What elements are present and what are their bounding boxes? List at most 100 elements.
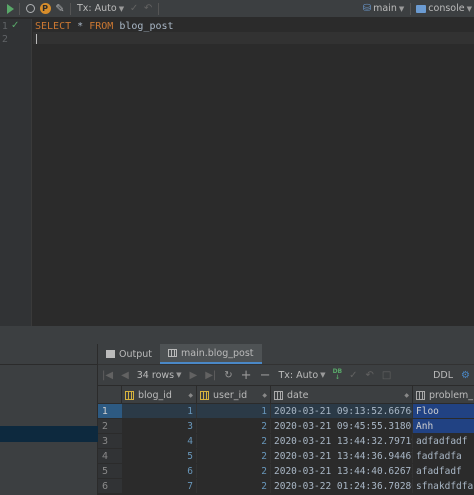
commit-icon[interactable]: ✓ — [345, 370, 361, 381]
table-cell-blog-id[interactable]: 1 — [122, 404, 197, 418]
session-dropdown[interactable]: console ▼ — [414, 0, 474, 18]
sql-editor[interactable]: 1 ✓ 2 SELECT * FROM blog_post — [0, 19, 474, 326]
services-tree — [0, 344, 98, 495]
last-page-icon[interactable]: ▶| — [201, 370, 220, 381]
text-caret — [36, 34, 37, 44]
table-row[interactable]: 6 7 2 2020-03-22 01:24:36.702803 sfnakdfdfa — [98, 479, 474, 493]
refresh-icon[interactable]: ↻ — [220, 370, 236, 381]
rollback-icon[interactable]: ↶ — [362, 370, 378, 381]
column-header-user-id[interactable]: user_id ◆ — [197, 386, 271, 404]
table-cell-blog-id[interactable]: 7 — [122, 479, 197, 493]
tab-label: Output — [119, 348, 152, 360]
row-number[interactable]: 2 — [98, 419, 122, 433]
previous-page-icon[interactable]: ◀ — [117, 370, 133, 381]
column-icon — [416, 390, 425, 400]
chevron-down-icon: ▼ — [398, 4, 405, 13]
rows-count-dropdown[interactable]: 34 rows ▼ — [133, 370, 186, 381]
result-grid[interactable]: blog_id ◆ user_id ◆ date ◆ problem_ 1112… — [98, 386, 474, 495]
column-name: problem_ — [429, 389, 474, 401]
output-icon — [106, 350, 115, 358]
table-cell-problem[interactable]: afadfadf — [413, 464, 474, 478]
row-number[interactable]: 5 — [98, 464, 122, 478]
table-cell-problem[interactable]: sfnakdfdfa — [413, 479, 474, 493]
row-number[interactable]: 1 — [98, 404, 122, 418]
history-button[interactable] — [23, 0, 37, 18]
divider — [158, 2, 160, 15]
result-toolbar: |◀ ◀ 34 rows ▼ ▶ ▶| ↻ + − Tx: Auto ▼ DB … — [98, 364, 474, 386]
clock-icon — [25, 4, 35, 13]
column-name: blog_id — [138, 389, 172, 401]
table-cell-date[interactable]: 2020-03-21 09:45:55.318010 — [271, 419, 413, 433]
table-row[interactable]: 4 5 2 2020-03-21 13:44:36.944675 fadfadfa — [98, 449, 474, 463]
chevron-down-icon: ▼ — [320, 371, 326, 379]
ddl-button[interactable]: DDL — [429, 370, 457, 381]
add-row-icon[interactable]: + — [237, 368, 256, 383]
tab-label: main.blog_post — [181, 347, 254, 359]
table-cell-problem[interactable]: adfadfadf — [413, 434, 474, 448]
undo-icon: ↶ — [143, 3, 153, 14]
tab-blog-post[interactable]: main.blog_post — [160, 344, 262, 364]
tab-output[interactable]: Output — [98, 344, 160, 364]
table-cell-user-id[interactable]: 2 — [197, 464, 271, 478]
delete-row-icon[interactable]: − — [256, 368, 275, 383]
table-cell-date[interactable]: 2020-03-22 01:24:36.702803 — [271, 479, 413, 493]
plugin-button[interactable]: P — [37, 0, 53, 18]
tx-mode-dropdown[interactable]: Tx: Auto ▼ — [274, 370, 329, 381]
key-column-icon — [125, 390, 134, 400]
stop-icon[interactable]: □ — [378, 370, 395, 381]
table-cell-user-id[interactable]: 2 — [197, 449, 271, 463]
tx-mode-label: Tx: Auto — [77, 3, 117, 14]
table-cell-user-id[interactable]: 1 — [197, 404, 271, 418]
table-row[interactable]: 2 3 2 2020-03-21 09:45:55.318010 Anh — [98, 419, 474, 433]
sql-star: * — [77, 21, 84, 32]
table-row[interactable]: 3 4 2 2020-03-21 13:44:32.797195 adfadfadf — [98, 434, 474, 448]
table-cell-date[interactable]: 2020-03-21 09:13:52.667643 — [271, 404, 413, 418]
table-cell-problem[interactable]: Floo — [413, 404, 474, 418]
sql-keyword: FROM — [89, 21, 114, 32]
column-icon — [274, 390, 283, 400]
chevron-down-icon: ▼ — [466, 4, 472, 13]
db-submit-button[interactable]: DB ↓ — [330, 369, 346, 381]
row-number[interactable]: 3 — [98, 434, 122, 448]
first-page-icon[interactable]: |◀ — [98, 370, 117, 381]
rollback-button[interactable]: ↶ — [141, 0, 155, 18]
panel-splitter[interactable] — [0, 326, 474, 344]
settings-button[interactable]: ✎ — [53, 0, 67, 18]
session-label: console — [428, 3, 465, 14]
table-cell-user-id[interactable]: 2 — [197, 419, 271, 433]
row-number[interactable]: 4 — [98, 449, 122, 463]
table-row[interactable]: 1 1 1 2020-03-21 09:13:52.667643 Floo — [98, 404, 474, 418]
table-cell-date[interactable]: 2020-03-21 13:44:32.797195 — [271, 434, 413, 448]
next-page-icon[interactable]: ▶ — [186, 370, 202, 381]
column-header-problem[interactable]: problem_ — [413, 386, 474, 404]
sort-icon[interactable]: ◆ — [262, 392, 267, 399]
sort-icon[interactable]: ◆ — [188, 392, 193, 399]
table-cell-blog-id[interactable]: 6 — [122, 464, 197, 478]
table-row[interactable]: 5 6 2 2020-03-21 13:44:40.626727 afadfadf — [98, 464, 474, 478]
table-cell-user-id[interactable]: 2 — [197, 479, 271, 493]
table-cell-date[interactable]: 2020-03-21 13:44:36.944675 — [271, 449, 413, 463]
commit-button[interactable]: ✓ — [127, 0, 141, 18]
sort-icon[interactable]: ◆ — [404, 392, 409, 399]
play-icon — [6, 3, 14, 14]
divider — [0, 364, 98, 365]
column-header-blog-id[interactable]: blog_id ◆ — [122, 386, 197, 404]
column-header-date[interactable]: date ◆ — [271, 386, 413, 404]
table-cell-problem[interactable]: Anh — [413, 419, 474, 433]
table-cell-problem[interactable]: fadfadfa — [413, 449, 474, 463]
column-name: date — [287, 389, 309, 401]
table-cell-blog-id[interactable]: 3 — [122, 419, 197, 433]
schema-dropdown[interactable]: ⛁ main ▼ — [360, 0, 408, 18]
view-settings-icon[interactable]: ⚙ — [457, 370, 474, 381]
rows-count-label: 34 rows — [136, 369, 175, 381]
row-number[interactable]: 6 — [98, 479, 122, 493]
table-cell-blog-id[interactable]: 4 — [122, 434, 197, 448]
table-cell-user-id[interactable]: 2 — [197, 434, 271, 448]
tx-mode-dropdown[interactable]: Tx: Auto ▼ — [74, 0, 127, 18]
selected-tree-item[interactable] — [0, 426, 98, 442]
table-cell-blog-id[interactable]: 5 — [122, 449, 197, 463]
sql-table-name: blog_post — [119, 21, 174, 32]
sql-keyword: SELECT — [35, 21, 72, 32]
table-cell-date[interactable]: 2020-03-21 13:44:40.626727 — [271, 464, 413, 478]
execute-button[interactable] — [0, 0, 16, 18]
